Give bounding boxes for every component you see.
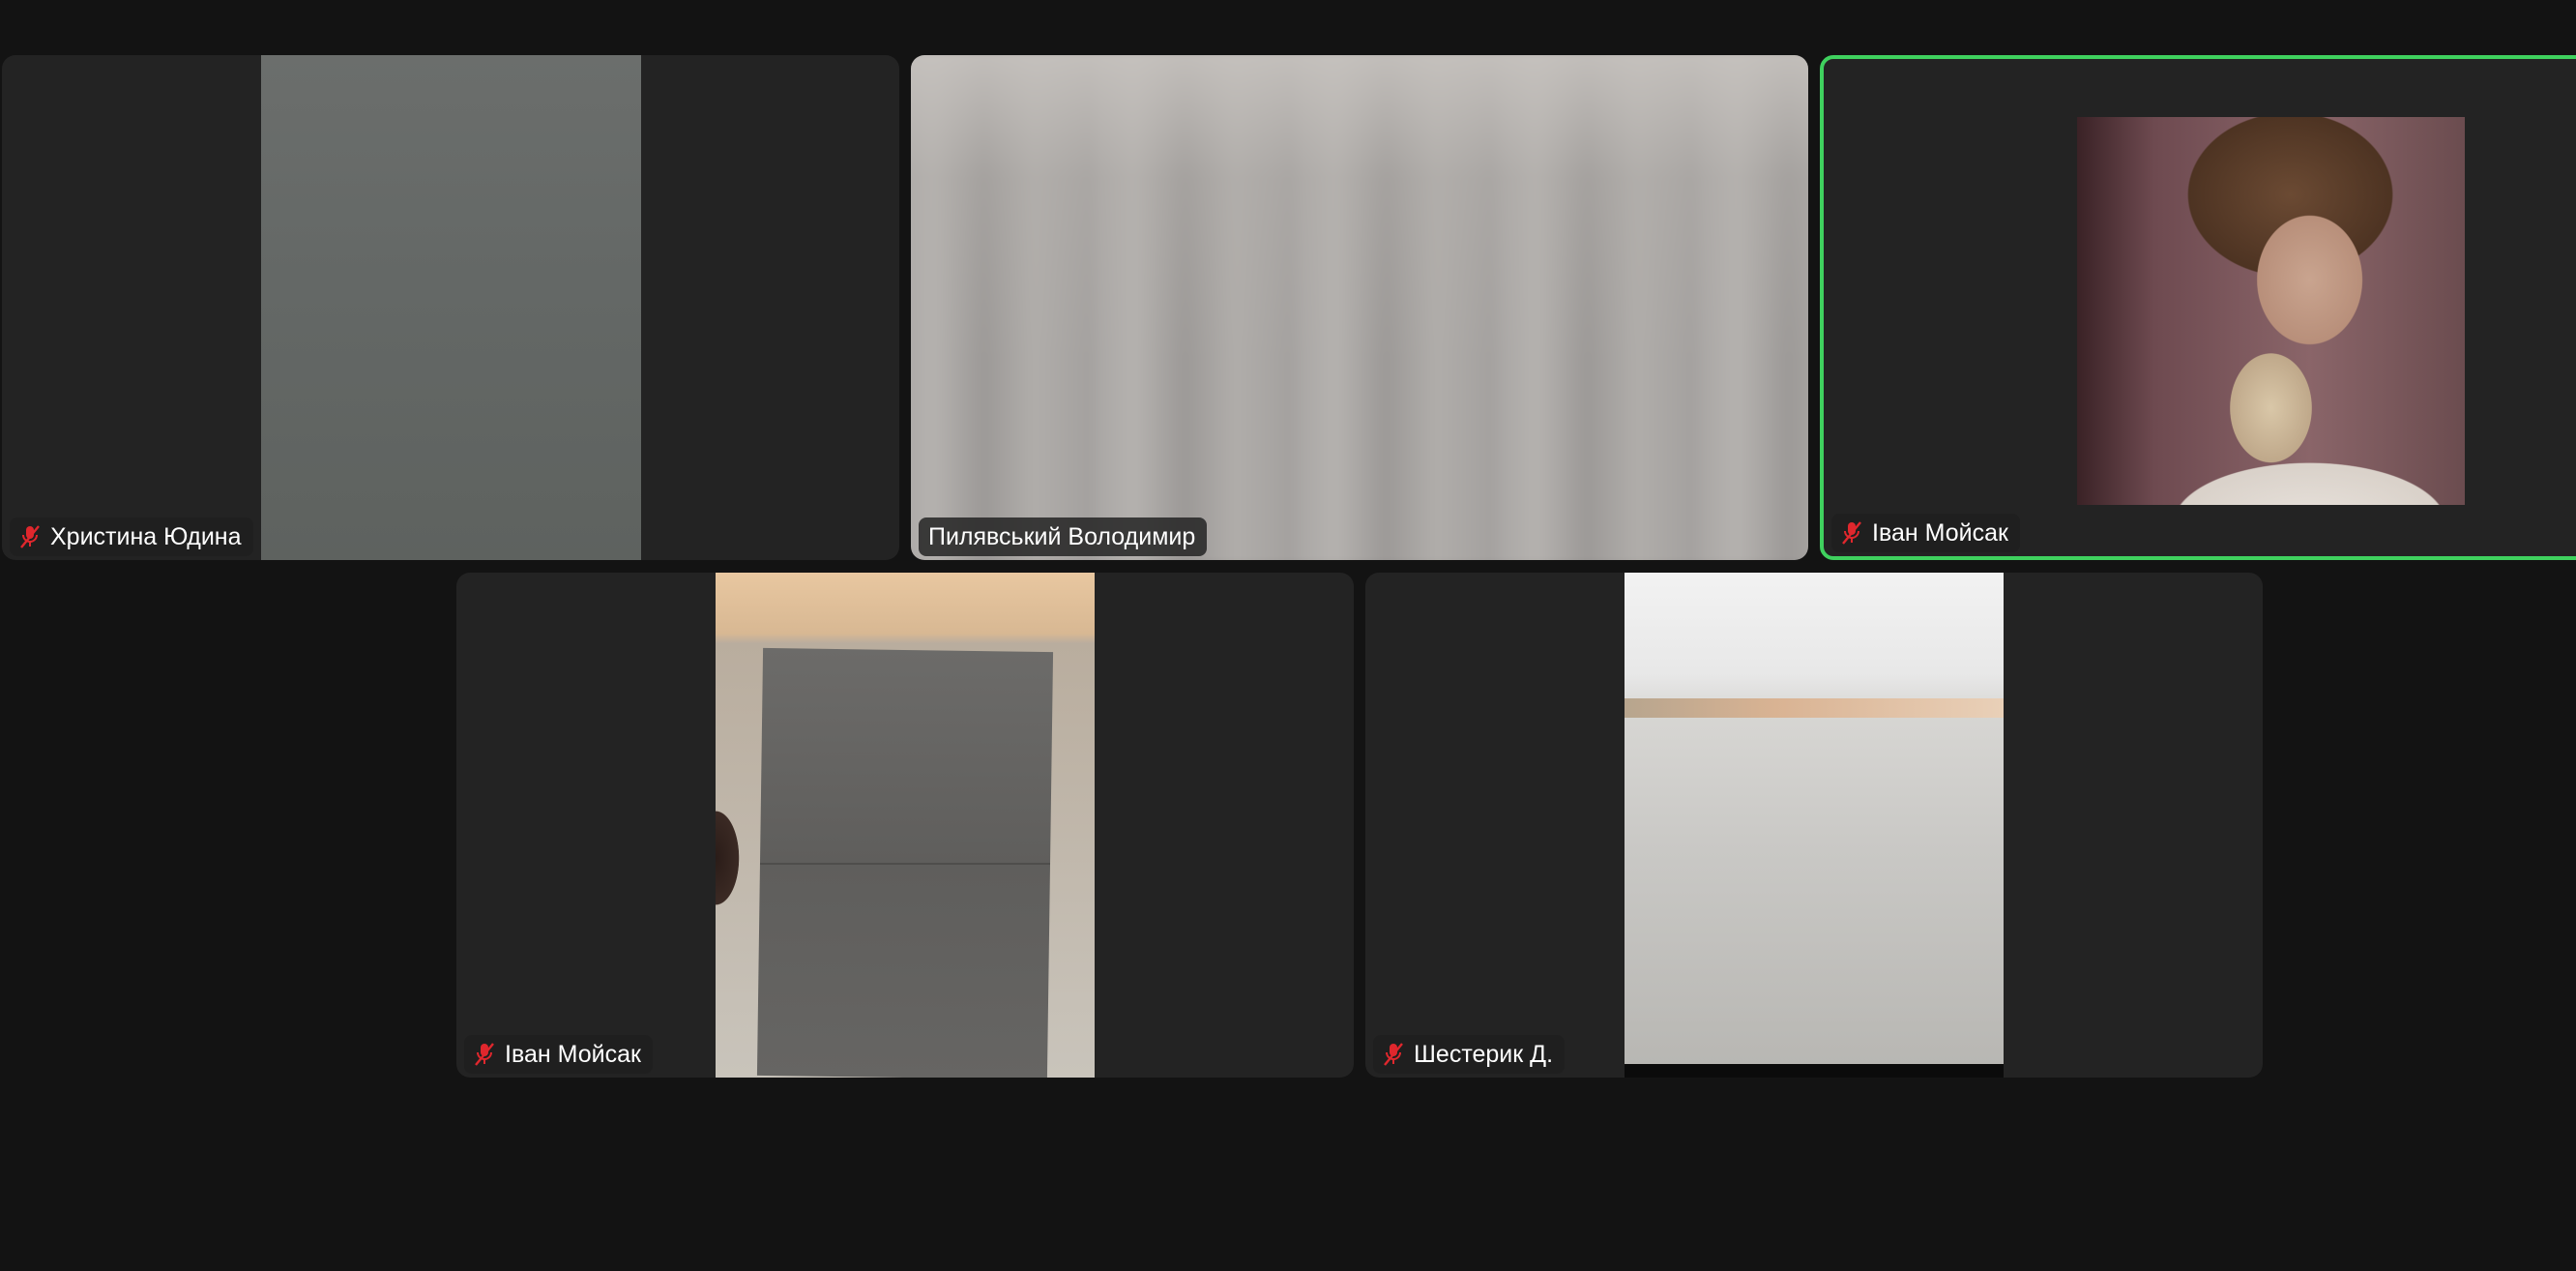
- microphone-muted-icon: [20, 525, 40, 548]
- participant-nameplate: Пилявський Володимир: [919, 517, 1208, 556]
- video-content: [1625, 698, 2004, 718]
- participant-name: Іван Мойсак: [1872, 519, 2008, 547]
- participant-video: [1625, 573, 2004, 1078]
- microphone-muted-icon: [1384, 1043, 1403, 1066]
- participant-video: [2077, 117, 2465, 505]
- microphone-muted-icon: [1842, 521, 1861, 545]
- participant-name: Христина Юдина: [50, 523, 242, 550]
- participant-video: [261, 55, 641, 560]
- participant-tile[interactable]: Іван Мойсак: [456, 573, 1354, 1078]
- participant-tile[interactable]: Пилявський Володимир: [911, 55, 1808, 560]
- participant-nameplate: Шестерик Д.: [1373, 1035, 1566, 1074]
- participant-video: [716, 573, 1095, 1078]
- participant-nameplate: Іван Мойсак: [1831, 514, 2020, 552]
- video-content: [1625, 1064, 2004, 1078]
- participant-nameplate: Христина Юдина: [10, 517, 253, 556]
- video-gallery: Христина Юдина Пилявський Володимир Іван…: [0, 0, 2576, 1271]
- participant-video: [911, 55, 1808, 560]
- participant-tile-active[interactable]: Іван Мойсак: [1820, 55, 2576, 560]
- participant-tile[interactable]: Шестерик Д.: [1365, 573, 2263, 1078]
- video-content: [760, 863, 1050, 865]
- participant-name: Іван Мойсак: [505, 1041, 641, 1068]
- participant-tile[interactable]: Христина Юдина: [2, 55, 899, 560]
- microphone-muted-icon: [475, 1043, 494, 1066]
- video-content: [716, 776, 774, 940]
- participant-name: Шестерик Д.: [1414, 1041, 1554, 1068]
- participant-nameplate: Іван Мойсак: [464, 1035, 653, 1074]
- participant-name: Пилявський Володимир: [928, 523, 1196, 550]
